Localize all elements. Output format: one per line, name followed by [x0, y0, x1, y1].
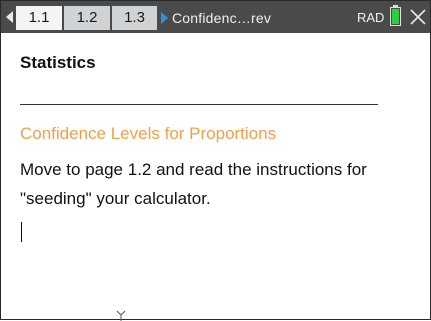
tab-page-1-1[interactable]: 1.1	[16, 6, 62, 30]
instructions-text[interactable]: Move to page 1.2 and read the instructio…	[20, 155, 420, 213]
page-subheading: Confidence Levels for Proportions	[20, 124, 277, 143]
text-cursor	[21, 222, 22, 242]
page-heading: Statistics	[20, 53, 96, 72]
battery-icon	[390, 5, 401, 26]
document-window: 1.1 1.2 1.3 Confidenc…rev RAD Statistics…	[0, 0, 431, 321]
angle-mode-indicator: RAD	[357, 10, 385, 25]
tab-bar: 1.1 1.2 1.3 Confidenc…rev RAD	[1, 1, 430, 33]
divider	[20, 104, 378, 105]
document-title[interactable]: Confidenc…rev	[172, 6, 271, 30]
close-icon[interactable]	[409, 7, 427, 27]
battery-level	[392, 9, 399, 24]
tab-page-1-3[interactable]: 1.3	[112, 6, 157, 30]
right-triangle-icon	[161, 12, 168, 24]
pointer-mark-icon	[116, 310, 126, 321]
left-triangle-icon[interactable]	[6, 11, 13, 23]
tab-page-1-2[interactable]: 1.2	[64, 6, 110, 30]
